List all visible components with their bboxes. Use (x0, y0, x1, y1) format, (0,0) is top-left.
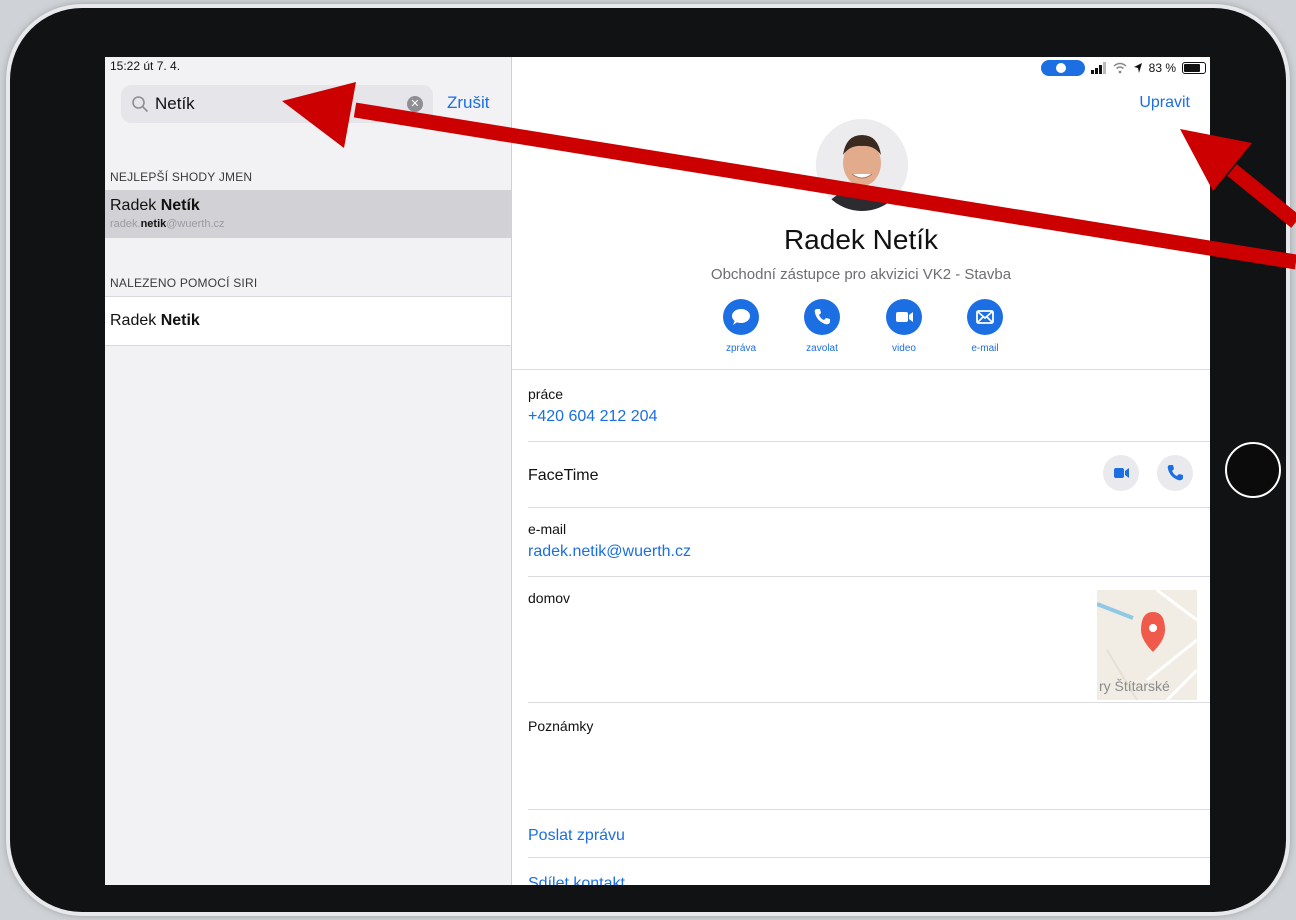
send-message-link[interactable]: Poslat zprávu (528, 827, 625, 845)
status-time-date: 15:22 út 7. 4. (110, 59, 181, 73)
phone-number-link[interactable]: +420 604 212 204 (528, 408, 657, 426)
facetime-video-button[interactable] (1103, 455, 1139, 491)
action-label: zavolat (806, 343, 838, 354)
address-map-thumbnail[interactable]: ry Štítarské (1097, 590, 1197, 700)
facetime-label: FaceTime (528, 467, 599, 484)
action-email-button[interactable]: e-mail (955, 299, 1015, 354)
phone-icon (804, 299, 840, 335)
message-bubble-icon (723, 299, 759, 335)
search-results-pane: 15:22 út 7. 4. Netík ✕ Zrušit NEJLEPŠÍ S… (105, 57, 512, 885)
battery-icon (1182, 62, 1206, 74)
action-video-button[interactable]: video (874, 299, 934, 354)
location-pill-icon (1040, 60, 1085, 76)
result-row-siri[interactable]: Radek Netik (105, 296, 511, 346)
divider (528, 441, 1210, 442)
device-background: 15:22 út 7. 4. Netík ✕ Zrušit NEJLEPŠÍ S… (0, 0, 1296, 920)
home-button[interactable] (1225, 442, 1281, 498)
map-street-label: ry Štítarské (1099, 678, 1170, 694)
section-header-best-matches: NEJLEPŠÍ SHODY JMEN (110, 170, 253, 184)
screen: 15:22 út 7. 4. Netík ✕ Zrušit NEJLEPŠÍ S… (105, 57, 1210, 885)
status-indicators: 83 % (1040, 59, 1206, 77)
search-icon (132, 96, 148, 112)
action-label: zpráva (725, 343, 756, 354)
divider (528, 857, 1210, 858)
action-message-button[interactable]: zpráva (711, 299, 771, 354)
battery-percent: 83 % (1148, 61, 1176, 75)
action-label: e-mail (971, 343, 999, 354)
section-header-siri: NALEZENO POMOCÍ SIRI (110, 276, 258, 290)
notes-label: Poznámky (528, 718, 594, 734)
wifi-icon (1113, 62, 1127, 74)
divider (528, 702, 1210, 703)
result-name: Radek Netik (110, 312, 200, 329)
video-camera-icon (886, 299, 922, 335)
email-label: e-mail (528, 521, 567, 537)
home-address-label: domov (528, 590, 571, 606)
result-row-best-match[interactable]: Radek Netík radek.netik@wuerth.cz (105, 190, 511, 238)
action-label: video (892, 343, 916, 354)
video-camera-icon (1114, 468, 1129, 478)
avatar (816, 119, 908, 211)
contact-name: Radek Netík (783, 224, 939, 255)
location-arrow-icon (1133, 63, 1142, 73)
result-email: radek.netik@wuerth.cz (110, 218, 225, 230)
contact-job-title: Obchodní zástupce pro akvizici VK2 - Sta… (710, 266, 1012, 283)
facetime-audio-button[interactable] (1157, 455, 1193, 491)
clear-search-icon[interactable]: ✕ (407, 96, 423, 112)
search-input[interactable]: Netík (155, 94, 195, 114)
divider (528, 507, 1210, 508)
email-link[interactable]: radek.netik@wuerth.cz (528, 543, 691, 561)
share-contact-link[interactable]: Sdílet kontakt (528, 875, 625, 885)
cancel-button[interactable]: Zrušit (447, 93, 490, 113)
signal-icon (1090, 62, 1106, 74)
phone-label: práce (528, 386, 564, 402)
phone-icon (1167, 465, 1183, 481)
divider (512, 369, 1210, 370)
divider (528, 576, 1210, 577)
action-call-button[interactable]: zavolat (792, 299, 852, 354)
search-field[interactable]: Netík ✕ (121, 85, 433, 123)
edit-contact-button[interactable]: Upravit (1139, 94, 1190, 112)
result-name: Radek Netík (110, 197, 200, 214)
envelope-icon (967, 299, 1003, 335)
contact-detail-pane: 83 % Upravit Radek Netík Obchodní zástup… (512, 57, 1210, 885)
divider (528, 809, 1210, 810)
